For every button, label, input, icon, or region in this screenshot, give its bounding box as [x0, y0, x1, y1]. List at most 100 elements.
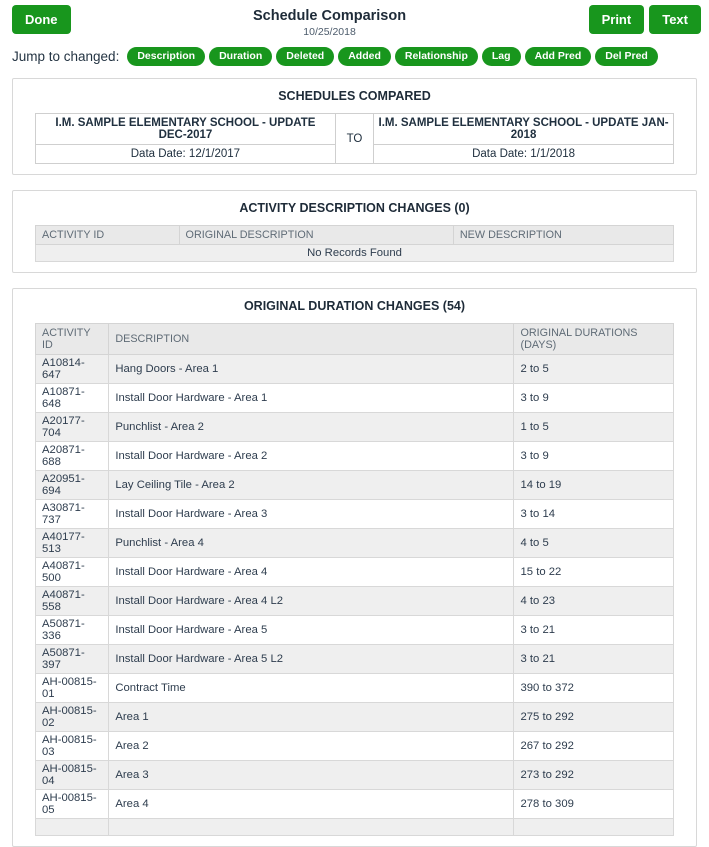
table-row: A40871-558 Install Door Hardware - Area 4… — [34, 586, 674, 616]
description-cell: Contract Time — [108, 673, 515, 703]
activity-id-cell: AH-00815-04 — [34, 760, 110, 790]
activity-id-cell: A40871-558 — [34, 586, 110, 616]
jump-to-changed-label: Jump to changed: — [12, 49, 120, 64]
activity-id-cell: A50871-397 — [34, 644, 110, 674]
table-row: AH-00815-05 Area 4 278 to 309 — [34, 789, 674, 819]
duration-table-body: A10814-647 Hang Doors - Area 12 to 5 A1087… — [34, 354, 674, 836]
table-row: A20871-688 Install Door Hardware - Area 2… — [34, 441, 674, 471]
activity-id-cell: A20871-688 — [34, 441, 110, 471]
page-title: Schedule Comparison — [253, 8, 407, 24]
jump-pill-container: Description Duration Deleted Added Relations… — [127, 47, 662, 66]
jump-pill-add-pred[interactable]: Add Pred — [524, 47, 592, 66]
description-cell: Install Door Hardware - Area 5 — [108, 615, 515, 645]
durations-cell: 275 to 292 — [513, 702, 674, 732]
description-cell: Install Door Hardware - Area 3 — [108, 499, 515, 529]
table-row: AH-00815-03 Area 2 267 to 292 — [34, 731, 674, 761]
durations-cell: 1 to 5 — [513, 412, 674, 442]
column-header-original-durations: ORIGINAL DURATIONS (DAYS) — [513, 323, 674, 355]
right-schedule-data-date: Data Date: 1/1/2018 — [373, 144, 674, 164]
activity-id-cell — [34, 818, 110, 836]
table-row: AH-00815-02 Area 1 275 to 292 — [34, 702, 674, 732]
table-row-partial — [34, 818, 674, 836]
column-header-new-description: NEW DESCRIPTION — [452, 225, 675, 245]
column-header-activity-id: ACTIVITY ID — [35, 225, 180, 245]
durations-cell: 14 to 19 — [513, 470, 674, 500]
activity-id-cell: A30871-737 — [34, 499, 110, 529]
description-cell: Area 3 — [108, 760, 515, 790]
description-cell: Install Door Hardware - Area 2 — [108, 441, 515, 471]
description-changes-section: ACTIVITY DESCRIPTION CHANGES (0) ACTIVIT… — [12, 190, 697, 273]
description-cell: Install Door Hardware - Area 5 L2 — [108, 644, 515, 674]
print-button[interactable]: Print — [588, 5, 645, 34]
activity-id-cell: A50871-336 — [34, 615, 110, 645]
column-header-original-description: ORIGINAL DESCRIPTION — [178, 225, 454, 245]
durations-cell: 278 to 309 — [513, 789, 674, 819]
description-cell: Punchlist - Area 4 — [108, 528, 515, 558]
durations-cell: 4 to 23 — [513, 586, 674, 616]
durations-cell: 273 to 292 — [513, 760, 674, 790]
durations-cell: 3 to 14 — [513, 499, 674, 529]
table-row: A40177-513 Punchlist - Area 44 to 5 — [34, 528, 674, 558]
description-cell: Area 1 — [108, 702, 515, 732]
activity-id-cell: AH-00815-05 — [34, 789, 110, 819]
table-row: A10814-647 Hang Doors - Area 12 to 5 — [34, 354, 674, 384]
jump-pill-description[interactable]: Description — [127, 47, 206, 66]
table-row: A40871-500 Install Door Hardware - Area 4… — [34, 557, 674, 587]
description-changes-table: ACTIVITY ID ORIGINAL DESCRIPTION NEW DES… — [35, 225, 675, 262]
activity-id-cell: AH-00815-01 — [34, 673, 110, 703]
table-row: AH-00815-01 Contract Time 390 to 372 — [34, 673, 674, 703]
description-cell: Install Door Hardware - Area 4 L2 — [108, 586, 515, 616]
jump-pill-del-pred[interactable]: Del Pred — [595, 47, 658, 66]
description-cell: Hang Doors - Area 1 — [108, 354, 515, 384]
description-cell: Install Door Hardware - Area 4 — [108, 557, 515, 587]
durations-cell: 15 to 22 — [513, 557, 674, 587]
durations-cell: 3 to 21 — [513, 644, 674, 674]
description-cell: Punchlist - Area 2 — [108, 412, 515, 442]
activity-id-cell: A20177-704 — [34, 412, 110, 442]
duration-changes-section: ORIGINAL DURATION CHANGES (54) ACTIVITY … — [12, 288, 697, 847]
jump-pill-relationship[interactable]: Relationship — [394, 47, 478, 66]
text-button[interactable]: Text — [649, 5, 701, 34]
description-cell: Area 2 — [108, 731, 515, 761]
jump-bar: Jump to changed: Description Duration Dele… — [0, 38, 709, 70]
page-date: 10/25/2018 — [303, 26, 356, 38]
activity-id-cell: A10871-648 — [34, 383, 110, 413]
durations-cell: 267 to 292 — [513, 731, 674, 761]
schedules-compared-section: SCHEDULES COMPARED I.M. SAMPLE ELEMENTAR… — [12, 78, 697, 175]
durations-cell: 3 to 9 — [513, 441, 674, 471]
column-header-description: DESCRIPTION — [108, 323, 515, 355]
table-row: A50871-336 Install Door Hardware - Area 5… — [34, 615, 674, 645]
right-schedule-name: I.M. SAMPLE ELEMENTARY SCHOOL - UPDATE J… — [373, 113, 674, 145]
table-row: AH-00815-04 Area 3 273 to 292 — [34, 760, 674, 790]
left-schedule-name: I.M. SAMPLE ELEMENTARY SCHOOL - UPDATE D… — [35, 113, 336, 145]
durations-cell: 3 to 21 — [513, 615, 674, 645]
column-header-activity-id: ACTIVITY ID — [34, 323, 110, 355]
no-records-found-message: No Records Found — [35, 244, 674, 262]
table-row: A30871-737 Install Door Hardware - Area 3… — [34, 499, 674, 529]
jump-pill-added[interactable]: Added — [338, 47, 391, 66]
durations-cell: 4 to 5 — [513, 528, 674, 558]
durations-cell: 2 to 5 — [513, 354, 674, 384]
to-separator: TO — [334, 113, 375, 164]
activity-id-cell: AH-00815-03 — [34, 731, 110, 761]
jump-pill-lag[interactable]: Lag — [481, 47, 521, 66]
description-cell: Lay Ceiling Tile - Area 2 — [108, 470, 515, 500]
table-row: A10871-648 Install Door Hardware - Area 1… — [34, 383, 674, 413]
jump-pill-duration[interactable]: Duration — [209, 47, 273, 66]
table-row: A20177-704 Punchlist - Area 21 to 5 — [34, 412, 674, 442]
durations-cell: 390 to 372 — [513, 673, 674, 703]
activity-id-cell: A20951-694 — [34, 470, 110, 500]
top-bar: Done Schedule Comparison 10/25/2018 Prin… — [0, 0, 709, 38]
durations-cell: 3 to 9 — [513, 383, 674, 413]
table-row: A20951-694 Lay Ceiling Tile - Area 2 14 to… — [34, 470, 674, 500]
jump-pill-deleted[interactable]: Deleted — [276, 47, 335, 66]
description-cell — [108, 818, 515, 836]
activity-id-cell: A40871-500 — [34, 557, 110, 587]
title-block: Schedule Comparison 10/25/2018 — [253, 8, 406, 38]
activity-id-cell: A10814-647 — [34, 354, 110, 384]
schedules-compared-title: SCHEDULES COMPARED — [278, 89, 431, 103]
schedules-compared-table: I.M. SAMPLE ELEMENTARY SCHOOL - UPDATE D… — [35, 113, 674, 164]
durations-cell — [513, 818, 674, 836]
duration-changes-title: ORIGINAL DURATION CHANGES (54) — [243, 299, 466, 313]
done-button[interactable]: Done — [12, 5, 71, 34]
